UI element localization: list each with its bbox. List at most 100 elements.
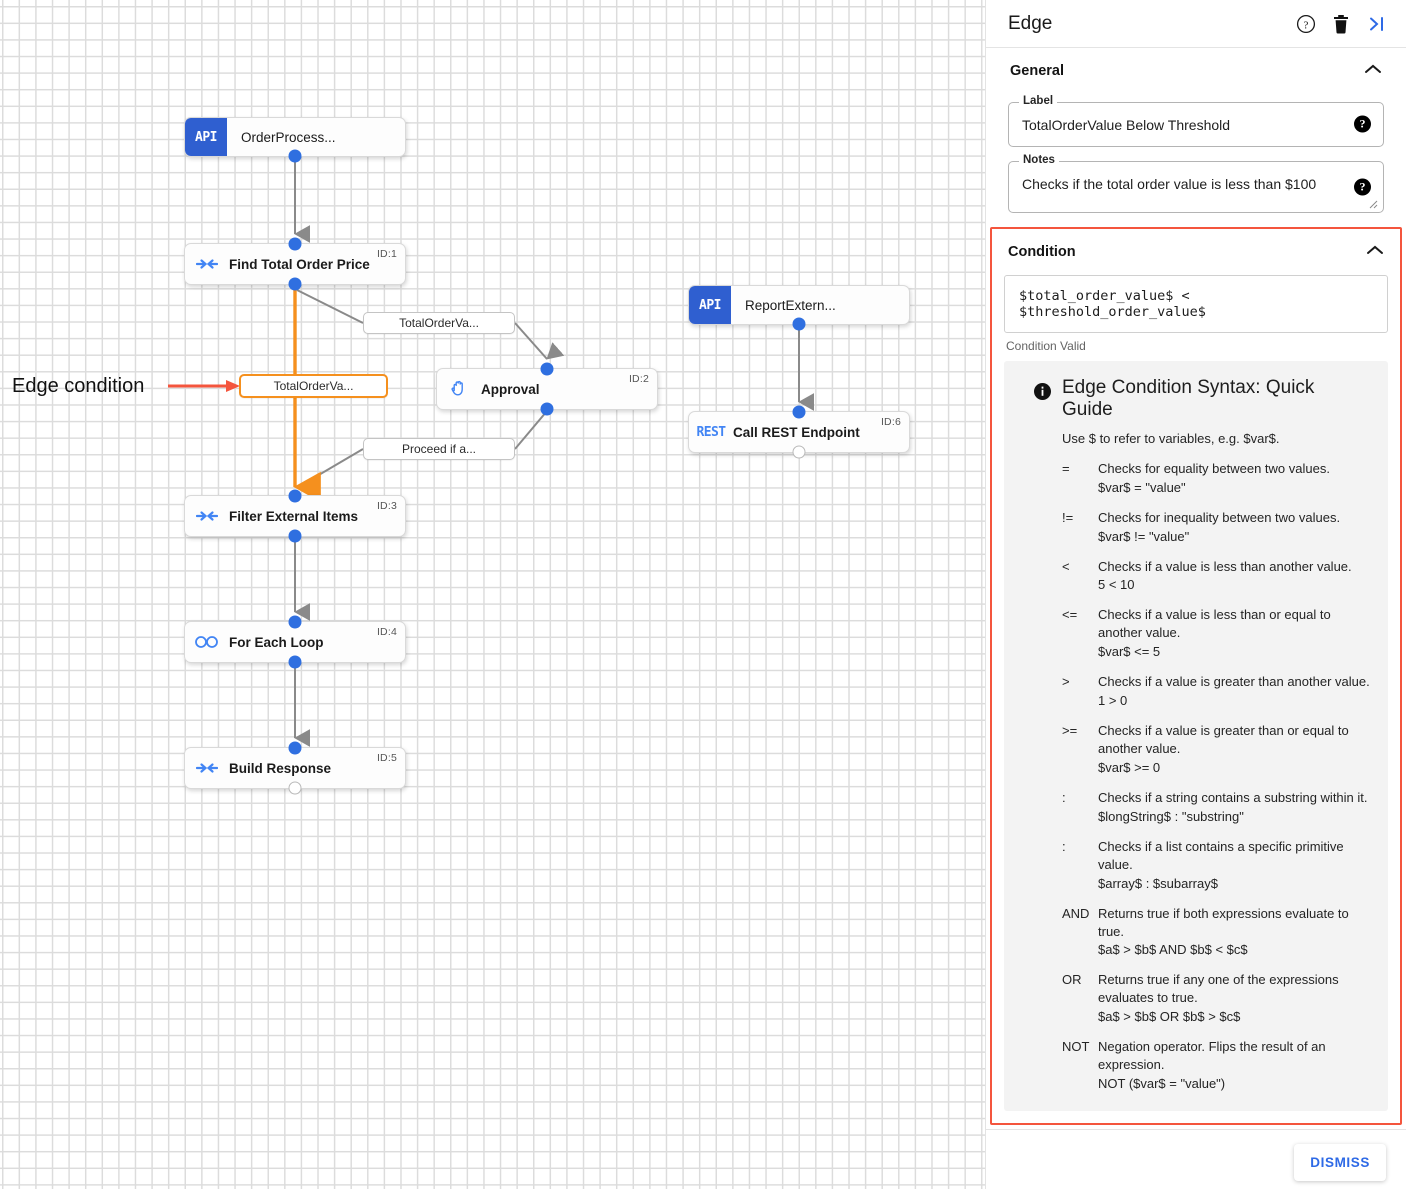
node-output-port[interactable] — [288, 277, 302, 291]
operator-example: $longString$ : "substring" — [1098, 808, 1244, 824]
node-title: Find Total Order Price — [229, 256, 370, 272]
node-report-external[interactable]: API ReportExtern... — [688, 285, 910, 331]
node-output-port[interactable] — [540, 402, 554, 416]
node-id-label: ID:6 — [880, 416, 901, 428]
notes-help-icon[interactable]: ? — [1354, 178, 1371, 196]
operator-row: : Checks if a string contains a substrin… — [1062, 789, 1370, 826]
edge-label-text: TotalOrderVa... — [273, 379, 354, 393]
condition-section: Condition $total_order_value$ < $thresho… — [990, 226, 1402, 1126]
operator-symbol: OR — [1062, 972, 1082, 988]
operator-example: $array$ : $subarray$ — [1098, 875, 1218, 891]
node-input-port[interactable] — [288, 741, 302, 755]
general-section-header[interactable]: General — [1002, 48, 1390, 94]
rest-badge-icon: REST — [689, 425, 733, 440]
guide-title: Edge Condition Syntax: Quick Guide — [1062, 376, 1315, 420]
collapse-panel-icon[interactable] — [1366, 15, 1388, 33]
operator-description: Checks for equality between two values. — [1098, 460, 1330, 476]
operator-row: OR Returns true if any one of the expres… — [1062, 971, 1370, 1026]
node-output-port[interactable] — [792, 445, 806, 459]
operator-example: $a$ > $b$ AND $b$ < $c$ — [1098, 942, 1248, 958]
guide-intro: Use $ to refer to variables, e.g. $var$. — [1062, 430, 1280, 446]
node-output-port[interactable] — [288, 529, 302, 543]
node-input-port[interactable] — [540, 362, 554, 376]
operator-row: < Checks if a value is less than another… — [1062, 558, 1370, 595]
node-title: Approval — [481, 381, 540, 397]
node-title: Filter External Items — [229, 508, 359, 524]
svg-text:?: ? — [1304, 19, 1309, 31]
node-id-label: ID:1 — [376, 248, 397, 260]
workflow-canvas[interactable]: API OrderProcess... Find Total Order Pri… — [0, 0, 986, 1189]
operator-example: 5 < 10 — [1098, 577, 1135, 593]
operator-description: Returns true if both expressions evaluat… — [1098, 905, 1349, 939]
label-field-value[interactable]: TotalOrderValue Below Threshold — [1022, 116, 1339, 135]
label-help-icon[interactable]: ? — [1354, 115, 1371, 133]
condition-heading: Condition — [1008, 243, 1076, 260]
node-input-port[interactable] — [792, 405, 806, 419]
operator-symbol: >= — [1062, 723, 1078, 739]
edge-label-total-order-value-upper[interactable]: TotalOrderVa... — [363, 312, 515, 334]
node-for-each-loop[interactable]: For Each Loop ID:4 — [184, 615, 406, 669]
chevron-up-icon[interactable] — [1364, 63, 1382, 79]
label-field-legend: Label — [1019, 95, 1058, 107]
condition-validity-status: Condition Valid — [1006, 338, 1086, 353]
edge-label-total-order-value-selected[interactable]: TotalOrderVa... — [239, 374, 388, 398]
operator-description: Checks if a string contains a substring … — [1098, 789, 1368, 805]
panel-header: Edge ? — [986, 0, 1406, 48]
node-order-process[interactable]: API OrderProcess... — [184, 117, 406, 163]
edge-label-text: TotalOrderVa... — [399, 316, 479, 330]
dismiss-button[interactable]: DISMISS — [1294, 1144, 1386, 1181]
operator-example: 1 > 0 — [1098, 693, 1128, 709]
general-section: General Label TotalOrderValue Below Thre… — [986, 48, 1406, 213]
node-id-label: ID:4 — [376, 626, 397, 638]
operator-row: : Checks if a list contains a specific p… — [1062, 838, 1370, 893]
node-find-total-order-price[interactable]: Find Total Order Price ID:1 — [184, 237, 406, 291]
operator-symbol: <= — [1062, 607, 1078, 623]
condition-expression-input[interactable]: $total_order_value$ < $threshold_order_v… — [1004, 274, 1388, 333]
edge-label-text: Proceed if a... — [401, 442, 477, 456]
node-call-rest-endpoint[interactable]: REST Call REST Endpoint ID:6 — [688, 405, 910, 459]
node-output-port[interactable] — [288, 655, 302, 669]
node-input-port[interactable] — [288, 237, 302, 251]
node-id-label: ID:5 — [376, 752, 397, 764]
node-approval[interactable]: Approval ID:2 — [436, 362, 658, 416]
node-title: OrderProcess... — [241, 129, 336, 145]
help-circle-icon[interactable]: ? — [1296, 14, 1316, 34]
node-filter-external-items[interactable]: Filter External Items ID:3 — [184, 489, 406, 543]
panel-title: Edge — [1008, 12, 1053, 34]
resize-grip-icon[interactable] — [1369, 200, 1378, 209]
node-id-label: ID:2 — [628, 373, 649, 385]
info-icon — [1022, 377, 1062, 1093]
node-output-port[interactable] — [288, 149, 302, 163]
operator-symbol: = — [1062, 460, 1070, 476]
node-input-port[interactable] — [288, 615, 302, 629]
delete-trash-icon[interactable] — [1332, 14, 1350, 34]
node-title: For Each Loop — [229, 634, 324, 650]
node-build-response[interactable]: Build Response ID:5 — [184, 741, 406, 795]
notes-field-value[interactable]: Checks if the total order value is less … — [1022, 175, 1339, 194]
edge-label-proceed-if-approved[interactable]: Proceed if a... — [363, 438, 515, 460]
node-output-port[interactable] — [288, 781, 302, 795]
panel-footer: DISMISS — [986, 1129, 1406, 1189]
edge-connector-layer — [168, 158, 815, 747]
label-field[interactable]: Label TotalOrderValue Below Threshold ? — [1008, 95, 1384, 147]
node-input-port[interactable] — [288, 489, 302, 503]
operator-description: Checks if a value is less than or equal … — [1098, 607, 1331, 641]
node-title: Build Response — [229, 760, 332, 776]
node-title: Call REST Endpoint — [733, 424, 860, 440]
condition-syntax-guide: Edge Condition Syntax: Quick Guide Use $… — [1004, 360, 1388, 1112]
chevron-up-icon[interactable] — [1366, 244, 1384, 260]
operator-symbol: > — [1062, 674, 1070, 690]
condition-section-header[interactable]: Condition — [1004, 229, 1388, 275]
operator-symbol: NOT — [1062, 1039, 1090, 1055]
api-badge: API — [689, 286, 731, 324]
notes-field[interactable]: Notes Checks if the total order value is… — [1008, 153, 1384, 213]
operator-row: = Checks for equality between two values… — [1062, 460, 1370, 497]
converge-arrows-icon — [185, 257, 229, 271]
node-title: ReportExtern... — [745, 297, 836, 313]
converge-arrows-icon — [185, 509, 229, 523]
node-output-port[interactable] — [792, 317, 806, 331]
operator-symbol: AND — [1062, 905, 1090, 921]
edge-properties-panel: Edge ? General Label TotalOrderValue Bel… — [986, 0, 1406, 1189]
hand-icon — [437, 379, 481, 399]
node-id-label: ID:3 — [376, 500, 397, 512]
